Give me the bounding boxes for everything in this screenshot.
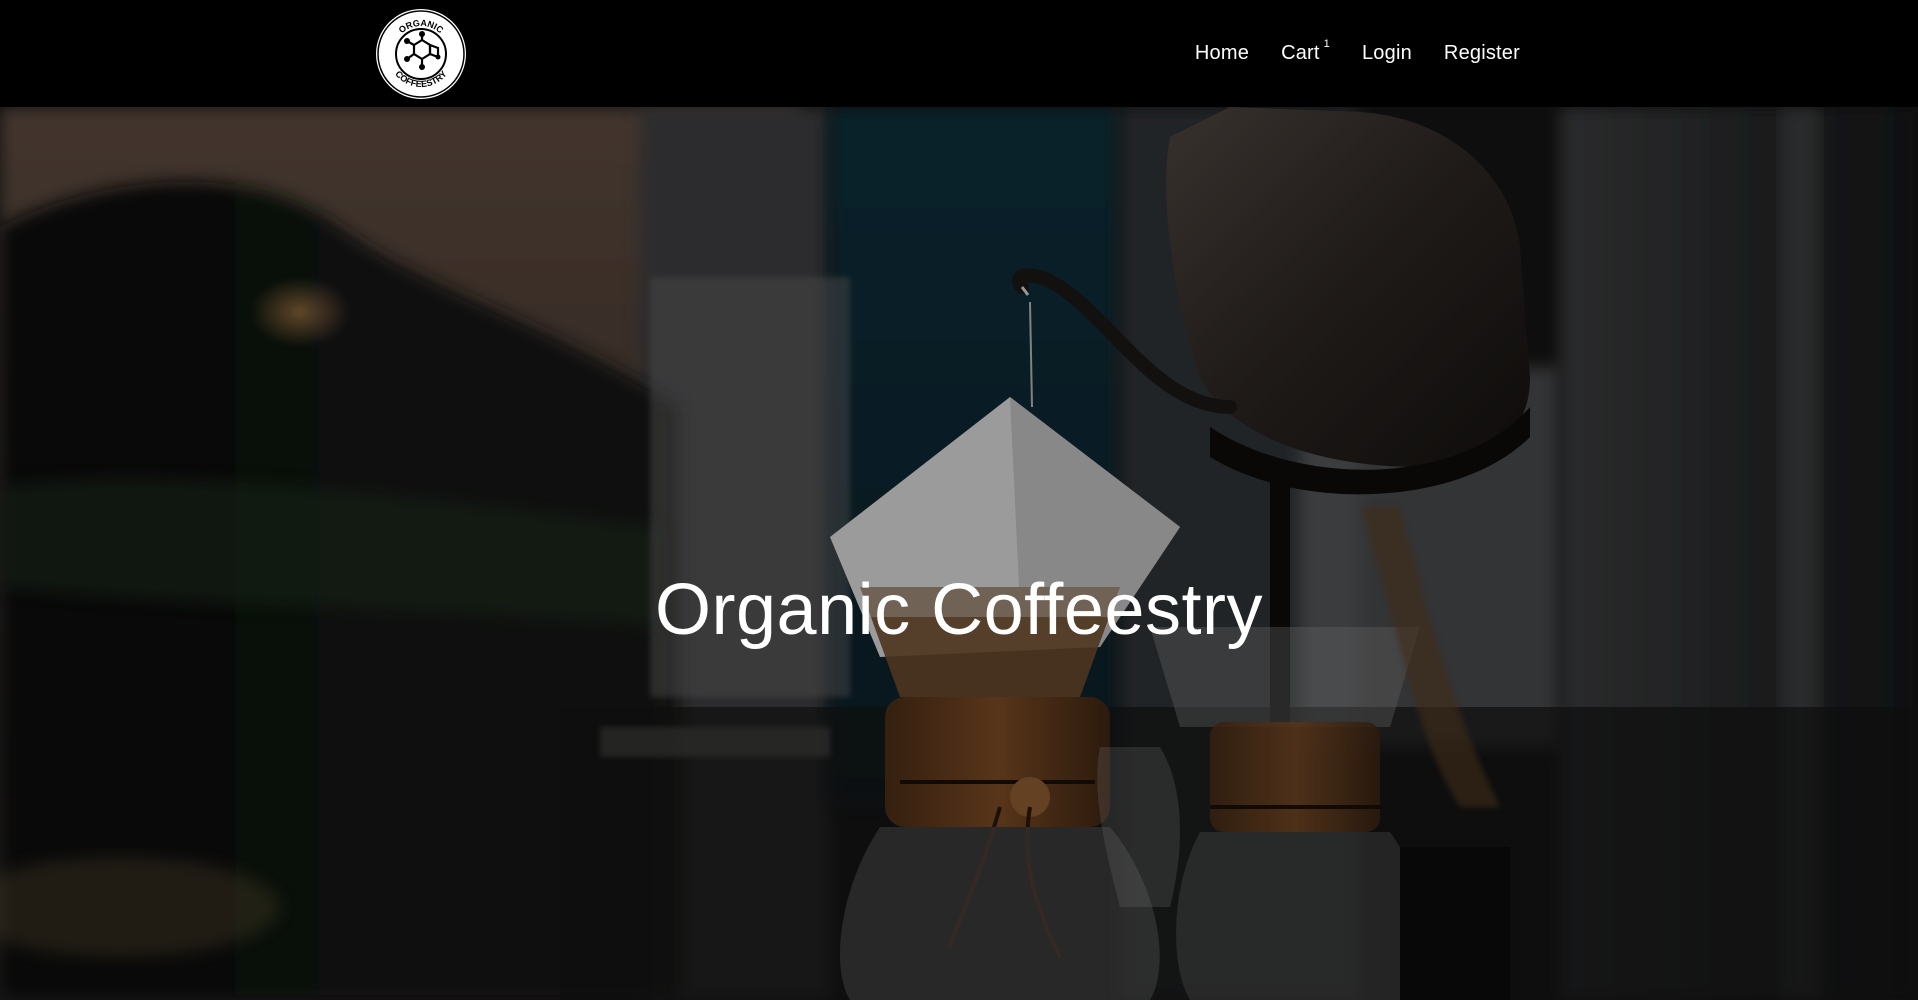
site-logo[interactable]: ORGANIC COFFEESTRY [376,9,466,99]
hero-title: Organic Coffeestry [655,570,1263,650]
molecule-logo-icon: ORGANIC COFFEESTRY [377,10,465,98]
hero-banner: Organic Coffeestry [0,107,1918,1000]
nav-home-link[interactable]: Home [1195,42,1249,65]
cart-count-badge: 1 [1323,38,1330,51]
nav-login-link[interactable]: Login [1362,42,1412,65]
top-navbar: ORGANIC COFFEESTRY Home Cart 1 Login Reg… [0,0,1918,107]
main-nav: Home Cart 1 Login Register [1195,0,1520,107]
nav-cart-label: Cart [1281,42,1320,64]
nav-register-link[interactable]: Register [1444,42,1520,65]
hero-overlay [0,107,1918,1000]
nav-cart-link[interactable]: Cart 1 [1281,38,1330,65]
